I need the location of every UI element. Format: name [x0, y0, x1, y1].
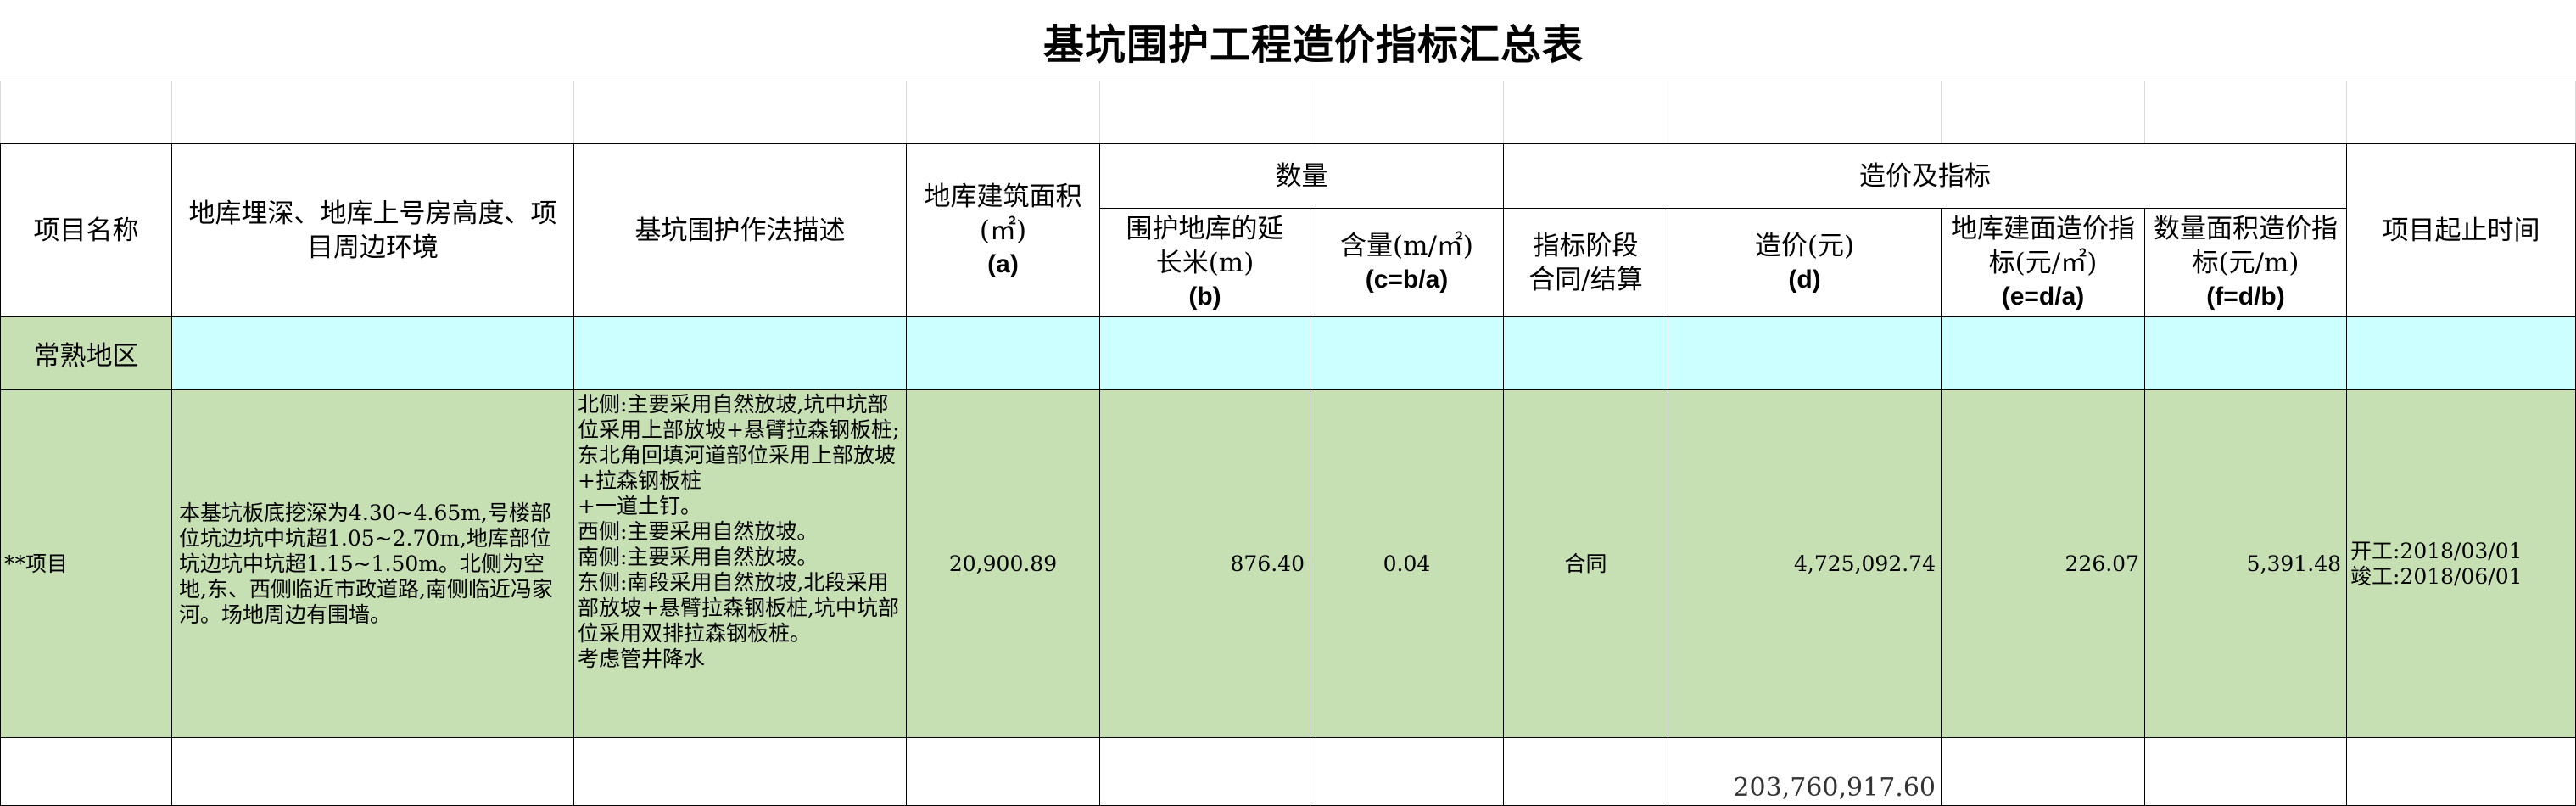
- header-cost-group[interactable]: 造价及指标: [1503, 143, 2347, 209]
- project-name-cell[interactable]: **项目: [0, 389, 172, 738]
- area-index-cell[interactable]: 226.07: [1941, 389, 2145, 738]
- table-row: **项目 本基坑板底挖深为4.30~4.65m,号楼部位坑边坑中坑超1.05~2…: [0, 389, 2576, 738]
- cell[interactable]: [906, 737, 1100, 806]
- length-cell[interactable]: 876.40: [1099, 389, 1310, 738]
- length-index-cell[interactable]: 5,391.48: [2144, 389, 2347, 738]
- cell[interactable]: [2346, 81, 2576, 144]
- total-row: 203,760,917.60: [0, 737, 2576, 806]
- cell[interactable]: [1310, 737, 1504, 806]
- cell[interactable]: [171, 737, 574, 806]
- cost-cell[interactable]: 4,725,092.74: [1668, 389, 1942, 738]
- header-area[interactable]: 地库建筑面积(㎡) (a): [906, 143, 1100, 317]
- header-quantity-group[interactable]: 数量: [1099, 143, 1504, 209]
- cell[interactable]: [1310, 316, 1504, 390]
- header-length[interactable]: 围护地库的延长米(m) (b): [1099, 208, 1310, 317]
- header-content[interactable]: 含量(m/㎡) (c=b/a): [1310, 208, 1504, 317]
- cell[interactable]: [0, 737, 172, 806]
- spreadsheet: 基坑围护工程造价指标汇总表 项目名称 地库埋深、地库上号房高度、项目周边环境 基…: [0, 0, 2576, 806]
- cell[interactable]: [1099, 316, 1310, 390]
- cell[interactable]: [1668, 81, 1942, 144]
- cell[interactable]: [1099, 737, 1310, 806]
- cell[interactable]: [1941, 316, 2145, 390]
- cell[interactable]: [1310, 81, 1504, 144]
- cell[interactable]: [0, 81, 172, 144]
- environment-cell[interactable]: 本基坑板底挖深为4.30~4.65m,号楼部位坑边坑中坑超1.05~2.70m,…: [171, 389, 574, 738]
- total-cost-cell[interactable]: 203,760,917.60: [1668, 737, 1942, 806]
- sheet-title: 基坑围护工程造价指标汇总表: [0, 0, 2576, 81]
- header-row-1: 项目名称 地库埋深、地库上号房高度、项目周边环境 基坑围护作法描述 地库建筑面积…: [0, 143, 2576, 317]
- header-project-name[interactable]: 项目名称: [0, 143, 172, 317]
- cell[interactable]: [573, 737, 907, 806]
- blank-row: [0, 81, 2576, 144]
- header-environment[interactable]: 地库埋深、地库上号房高度、项目周边环境: [171, 143, 574, 317]
- cell[interactable]: [573, 316, 907, 390]
- header-cost[interactable]: 造价(元) (d): [1668, 208, 1942, 317]
- cell[interactable]: [1503, 316, 1668, 390]
- cell[interactable]: [2144, 81, 2347, 144]
- area-cell[interactable]: 20,900.89: [906, 389, 1100, 738]
- header-stage[interactable]: 指标阶段 合同/结算: [1503, 208, 1668, 317]
- region-row: 常熟地区: [0, 316, 2576, 390]
- cell[interactable]: [2144, 737, 2347, 806]
- cell[interactable]: [171, 81, 574, 144]
- cell[interactable]: [1099, 81, 1310, 144]
- cell[interactable]: [1503, 81, 1668, 144]
- cell[interactable]: [906, 81, 1100, 144]
- sheet-title-text: 基坑围护工程造价指标汇总表: [1042, 20, 1584, 69]
- method-cell[interactable]: 北侧:主要采用自然放坡,坑中坑部位采用上部放坡+悬臂拉森钢板桩;东北角回填河道部…: [573, 389, 907, 738]
- cell[interactable]: [906, 316, 1100, 390]
- cell[interactable]: [1941, 737, 2145, 806]
- cell[interactable]: [171, 316, 574, 390]
- header-method[interactable]: 基坑围护作法描述: [573, 143, 907, 317]
- header-period[interactable]: 项目起止时间: [2346, 143, 2576, 317]
- cell[interactable]: [2144, 316, 2347, 390]
- cell[interactable]: [2346, 737, 2576, 806]
- cell[interactable]: [1941, 81, 2145, 144]
- period-cell[interactable]: 开工:2018/03/01 竣工:2018/06/01: [2346, 389, 2576, 738]
- content-cell[interactable]: 0.04: [1310, 389, 1504, 738]
- cost-index-table: 项目名称 地库埋深、地库上号房高度、项目周边环境 基坑围护作法描述 地库建筑面积…: [0, 81, 2576, 806]
- header-area-index[interactable]: 地库建面造价指标(元/㎡) (e=d/a): [1941, 208, 2145, 317]
- cell[interactable]: [573, 81, 907, 144]
- cell[interactable]: [1503, 737, 1668, 806]
- cell[interactable]: [1668, 316, 1942, 390]
- header-length-index[interactable]: 数量面积造价指标(元/m) (f=d/b): [2144, 208, 2347, 317]
- stage-cell[interactable]: 合同: [1503, 389, 1668, 738]
- cell[interactable]: [2346, 316, 2576, 390]
- region-label-cell[interactable]: 常熟地区: [0, 316, 172, 390]
